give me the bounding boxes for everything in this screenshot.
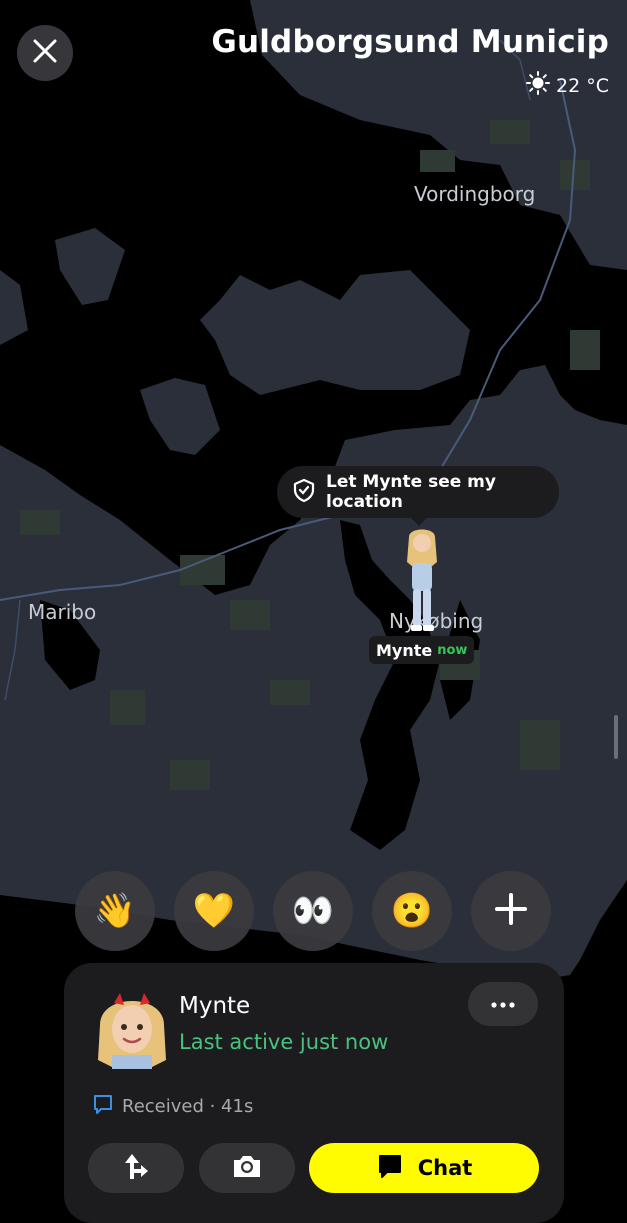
location-share-icon <box>291 477 317 508</box>
more-options-button[interactable] <box>468 982 538 1026</box>
eyes-emoji-icon: 👀 <box>291 892 335 930</box>
received-label: Received · 41s <box>122 1096 254 1117</box>
eyes-reaction-button[interactable]: 👀 <box>273 871 353 951</box>
place-label-vordingborg: Vordingborg <box>414 182 536 206</box>
friend-marker-name: Mynte <box>376 640 433 660</box>
avatar[interactable] <box>90 985 174 1069</box>
chat-label: Chat <box>417 1156 473 1180</box>
share-location-prompt[interactable]: Let Mynte see my location <box>277 466 559 518</box>
chat-button[interactable]: Chat <box>309 1143 539 1193</box>
directions-button[interactable] <box>88 1143 184 1193</box>
camera-button[interactable] <box>199 1143 295 1193</box>
chat-bubble-icon <box>376 1152 404 1185</box>
friend-name: Mynte <box>179 993 251 1019</box>
last-active-status: Last active just now <box>179 1030 389 1054</box>
wave-emoji-icon: 👋 <box>93 892 137 930</box>
share-location-label: Let Mynte see my location <box>326 472 496 512</box>
wave-reaction-button[interactable]: 👋 <box>75 871 155 951</box>
camera-icon <box>231 1152 263 1185</box>
temperature-value: 22 °C <box>556 74 609 97</box>
more-dots-icon <box>491 995 515 1013</box>
heart-reaction-button[interactable]: 💛 <box>174 871 254 951</box>
surprised-reaction-button[interactable]: 😮 <box>372 871 452 951</box>
scroll-indicator[interactable] <box>614 715 618 759</box>
bitmoji-avatar-icon <box>98 993 166 1069</box>
friend-card: Mynte Last active just now Received · 41… <box>64 963 564 1223</box>
tooltip-tail <box>409 516 429 526</box>
received-indicator: Received · 41s <box>92 1093 253 1120</box>
friend-bitmoji-marker[interactable] <box>397 527 447 637</box>
region-title: Guldborgsund Municip <box>211 24 609 60</box>
chat-bubble-outline-icon <box>92 1093 114 1120</box>
plus-icon <box>493 891 529 932</box>
weather-indicator: 22 °C <box>526 71 609 100</box>
place-label-maribo: Maribo <box>28 600 97 624</box>
yellow-heart-icon: 💛 <box>192 892 236 930</box>
add-reaction-button[interactable] <box>471 871 551 951</box>
friend-marker-status: now <box>437 642 468 658</box>
close-button[interactable] <box>17 25 73 81</box>
bitmoji-figure-icon <box>407 529 437 631</box>
reactions-row: 👋 💛 👀 😮 <box>75 871 551 951</box>
friend-marker-label: Mynte now <box>369 636 475 664</box>
sun-icon <box>526 71 551 100</box>
surprised-emoji-icon: 😮 <box>390 892 434 930</box>
close-icon <box>32 38 58 69</box>
directions-icon <box>121 1151 151 1186</box>
